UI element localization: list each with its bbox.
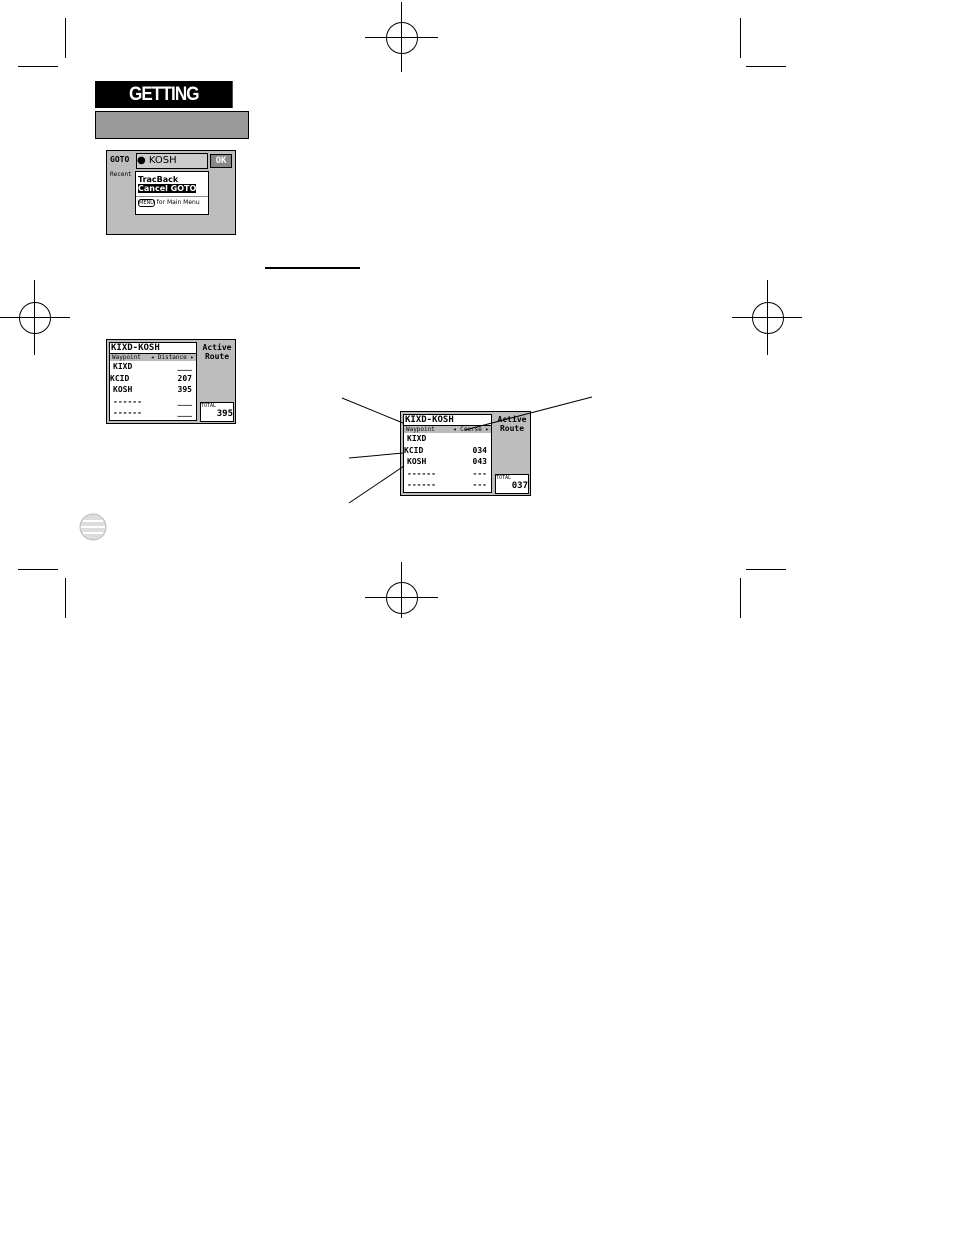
callout-line <box>341 397 404 424</box>
callout-line <box>348 465 405 504</box>
globe-icon <box>79 513 107 541</box>
callout-lines <box>341 396 593 504</box>
callout-line <box>464 396 593 431</box>
callout-line <box>348 452 404 459</box>
